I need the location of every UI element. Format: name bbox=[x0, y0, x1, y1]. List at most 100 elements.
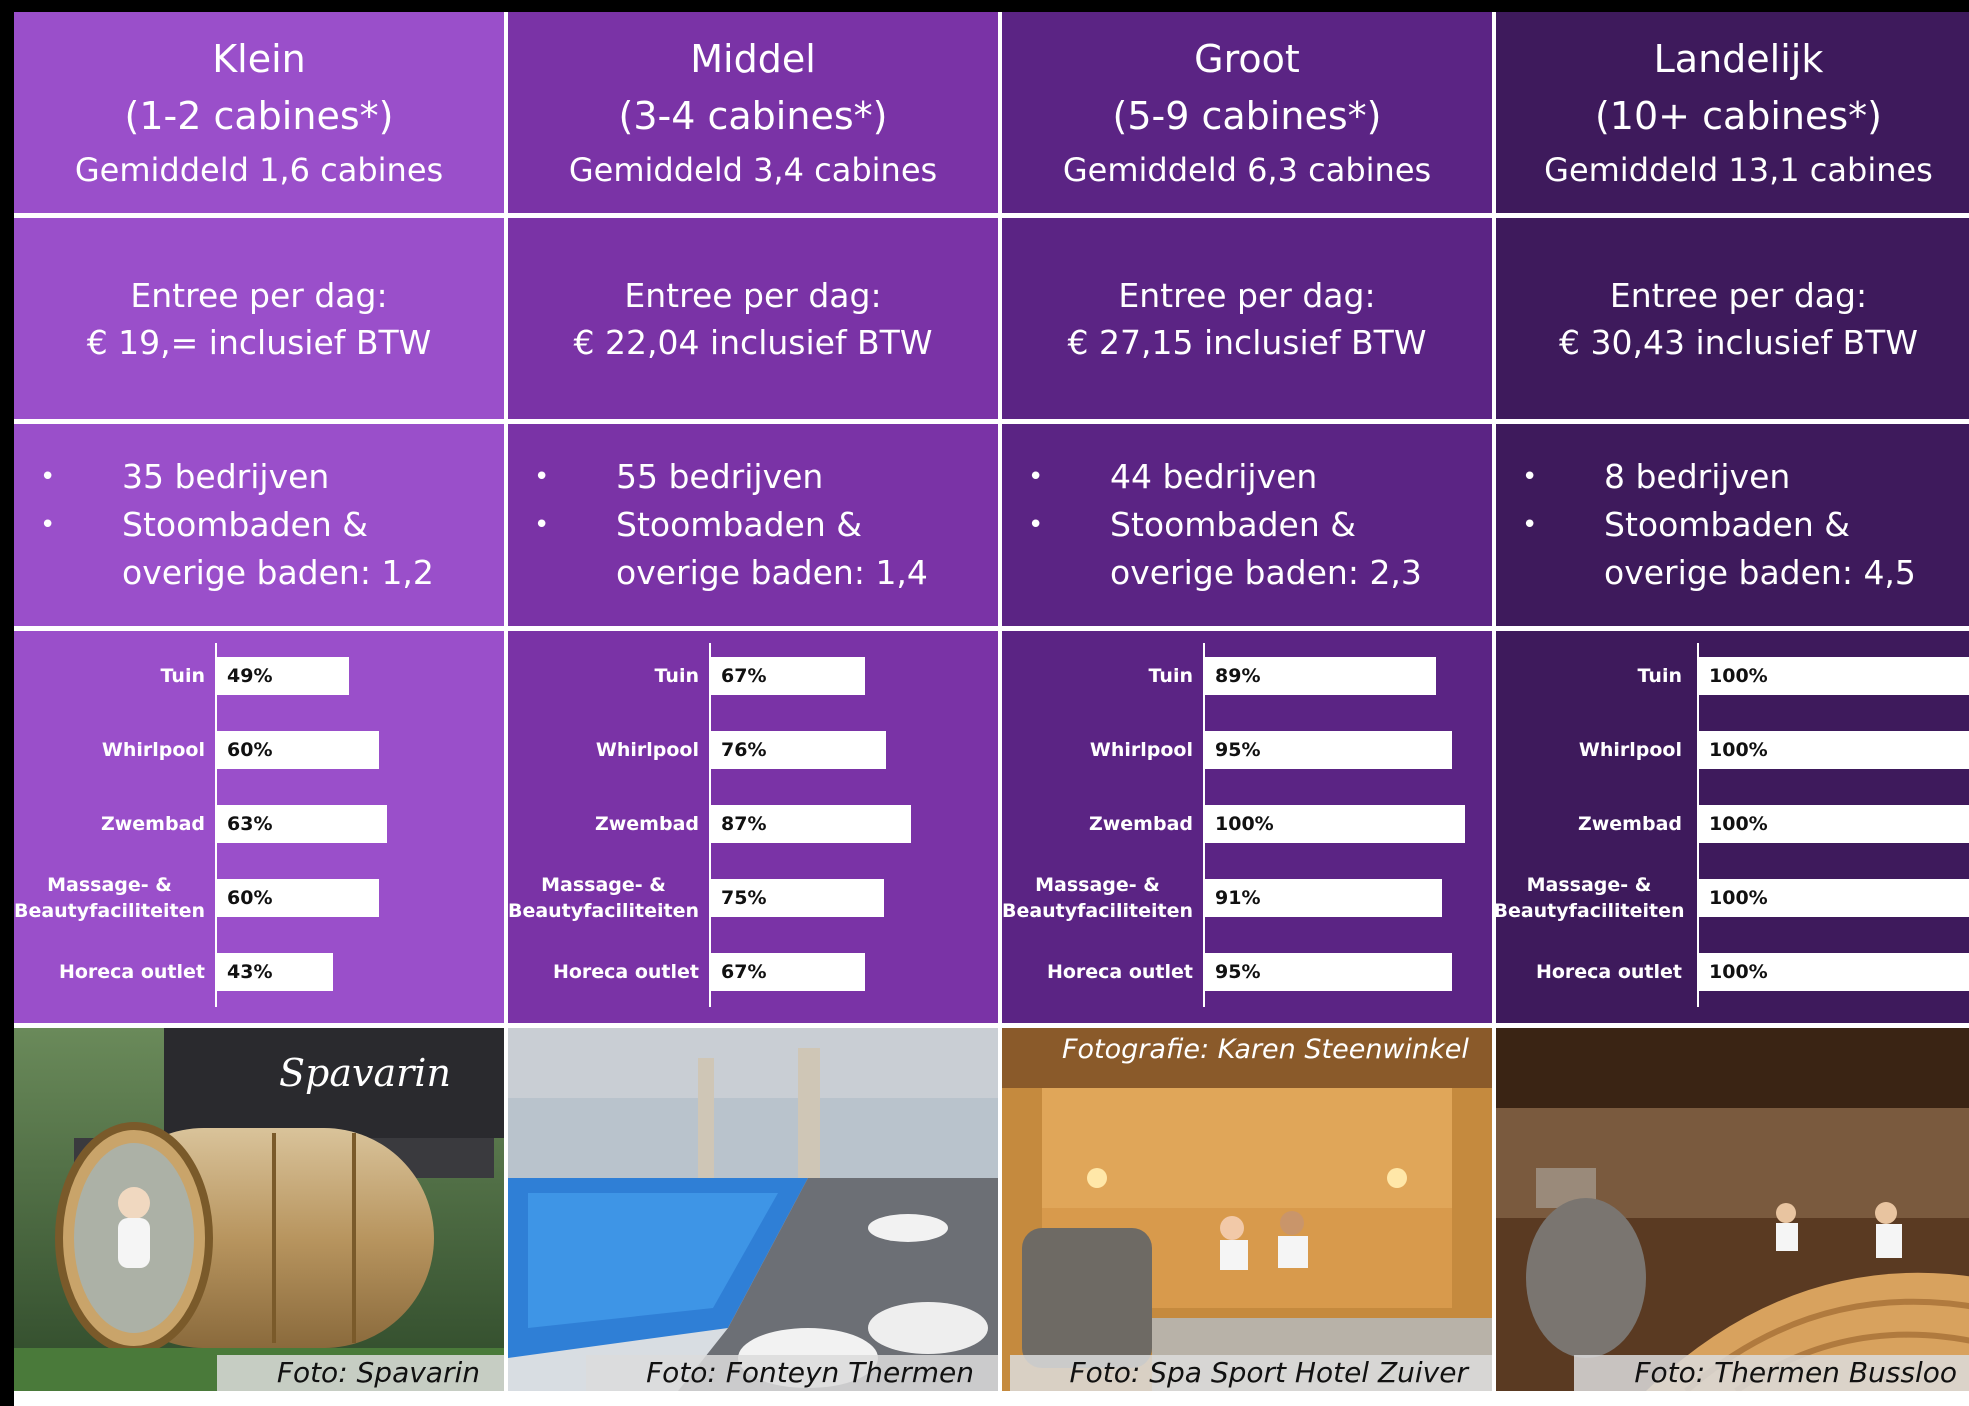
chart-row: Horeca outlet 95% bbox=[1002, 937, 1492, 1007]
bullet-text: overige baden: 2,3 bbox=[1110, 553, 1422, 592]
bar: 49% bbox=[217, 657, 349, 695]
bullet-text: 35 bedrijven bbox=[122, 457, 330, 496]
bullet-text: 44 bedrijven bbox=[1110, 457, 1318, 496]
bar: 100% bbox=[1699, 879, 1969, 917]
stats-middel: • 55 bedrijven • Stoombaden & overige bade… bbox=[508, 424, 998, 626]
chart-row: Horeca outlet 43% bbox=[14, 937, 504, 1007]
photo-fonteyn: Foto: Fonteyn Thermen bbox=[508, 1028, 998, 1391]
category-label: Massage- & Beautyfaciliteiten bbox=[1496, 863, 1685, 933]
category-label: Tuin bbox=[1148, 665, 1193, 687]
entree-middel: Entree per dag: € 22,04 inclusief BTW bbox=[508, 218, 998, 419]
list-item: • 8 bedrijven bbox=[1522, 453, 1916, 501]
chart-row: Zwembad 100% bbox=[1002, 789, 1492, 859]
list-item: • Stoombaden & bbox=[1028, 501, 1422, 549]
column-title: Klein bbox=[212, 36, 306, 81]
bullet-icon: • bbox=[1522, 462, 1538, 492]
category-label: Massage- & Beautyfaciliteiten bbox=[1002, 863, 1193, 933]
bar: 75% bbox=[711, 879, 884, 917]
chart-row: Massage- & Beautyfaciliteiten 75% bbox=[508, 863, 998, 933]
bullet-text: Stoombaden & bbox=[1604, 505, 1850, 544]
category-label-line: Massage- & bbox=[1035, 874, 1160, 896]
entree-label: Entree per dag: bbox=[1609, 275, 1868, 315]
column-average: Gemiddeld 1,6 cabines bbox=[74, 150, 444, 189]
chart-row: Zwembad 100% bbox=[1496, 789, 1969, 859]
category-label: Whirlpool bbox=[1578, 739, 1682, 761]
bullet-icon: • bbox=[40, 462, 56, 492]
photo-bussloo: Foto: Thermen Bussloo bbox=[1496, 1028, 1969, 1391]
photo-caption: Foto: Spavarin bbox=[216, 1355, 504, 1391]
photo-caption: Foto: Fonteyn Thermen bbox=[586, 1355, 998, 1391]
entree-price: € 30,43 inclusief BTW bbox=[1559, 322, 1918, 362]
category-label-line: Massage- & bbox=[1526, 874, 1652, 896]
log-sauna-image bbox=[1496, 1028, 1969, 1391]
indoor-pool-image bbox=[508, 1028, 998, 1391]
stats-groot: • 44 bedrijven • Stoombaden & overige bade… bbox=[1002, 424, 1492, 626]
category-label: Whirlpool bbox=[101, 739, 205, 761]
category-label: Horeca outlet bbox=[1046, 961, 1193, 983]
bar: 89% bbox=[1205, 657, 1436, 695]
barrel-sauna-image: Spavarin bbox=[14, 1028, 504, 1391]
stats-list: • 55 bedrijven • Stoombaden & overige bade… bbox=[508, 453, 928, 597]
bullet-spacer bbox=[40, 549, 122, 597]
list-item: • Stoombaden & bbox=[1522, 501, 1916, 549]
facility-chart-landelijk: Tuin 100% Whirlpool 100% Zwembad 100% Massage-… bbox=[1496, 631, 1969, 1023]
bar: 43% bbox=[217, 953, 333, 991]
category-label: Horeca outlet bbox=[58, 961, 205, 983]
header-landelijk: Landelijk (10+ cabines*) Gemiddeld 13,1 … bbox=[1496, 12, 1969, 213]
bullet-text: overige baden: 1,2 bbox=[122, 553, 434, 592]
bullet-icon: • bbox=[40, 510, 56, 540]
stats-list: • 35 bedrijven • Stoombaden & overige bade… bbox=[14, 453, 434, 597]
category-label: Whirlpool bbox=[1089, 739, 1193, 761]
bullet-icon: • bbox=[1028, 510, 1044, 540]
facility-chart-middel: Tuin 67% Whirlpool 76% Zwembad 87% Massage- & B… bbox=[508, 631, 998, 1023]
list-item: • Stoombaden & bbox=[40, 501, 434, 549]
category-label: Zwembad bbox=[594, 813, 699, 835]
column-title: Groot bbox=[1194, 36, 1300, 81]
chart-row: Tuin 100% bbox=[1496, 641, 1969, 711]
bar: 67% bbox=[711, 953, 865, 991]
bar: 60% bbox=[217, 879, 379, 917]
photo-top-caption: Fotografie: Karen Steenwinkel bbox=[1062, 1034, 1469, 1065]
facility-chart-groot: Tuin 89% Whirlpool 95% Zwembad 100% Massage- &… bbox=[1002, 631, 1492, 1023]
bullet-icon: • bbox=[534, 462, 550, 492]
category-label: Zwembad bbox=[1088, 813, 1193, 835]
chart-row: Whirlpool 100% bbox=[1496, 715, 1969, 785]
category-label-line: Beautyfaciliteiten bbox=[1002, 900, 1194, 922]
entree-groot: Entree per dag: € 27,15 inclusief BTW bbox=[1002, 218, 1492, 419]
chart-row: Tuin 67% bbox=[508, 641, 998, 711]
facility-chart-klein: Tuin 49% Whirlpool 60% Zwembad 63% Massage- & B… bbox=[14, 631, 504, 1023]
photo-spavarin: Spavarin Foto: Spavarin bbox=[14, 1028, 504, 1391]
photo-caption: Foto: Spa Sport Hotel Zuiver bbox=[1009, 1355, 1492, 1391]
bar: 95% bbox=[1205, 953, 1452, 991]
chart-row: Zwembad 63% bbox=[14, 789, 504, 859]
chart-row: Massage- & Beautyfaciliteiten 100% bbox=[1496, 863, 1969, 933]
list-item: overige baden: 4,5 bbox=[1522, 549, 1916, 597]
photo-caption: Foto: Thermen Bussloo bbox=[1574, 1355, 1969, 1391]
entree-label: Entree per dag: bbox=[624, 275, 882, 315]
list-item: • 44 bedrijven bbox=[1028, 453, 1422, 501]
chart-row: Whirlpool 76% bbox=[508, 715, 998, 785]
spavarin-logo: Spavarin bbox=[279, 1051, 451, 1095]
bar: 67% bbox=[711, 657, 865, 695]
bullet-icon: • bbox=[534, 510, 550, 540]
entree-price: € 27,15 inclusief BTW bbox=[1067, 322, 1427, 362]
column-cabins: (10+ cabines*) bbox=[1594, 93, 1883, 138]
chart-row: Horeca outlet 100% bbox=[1496, 937, 1969, 1007]
chart-row: Massage- & Beautyfaciliteiten 91% bbox=[1002, 863, 1492, 933]
header-klein: Klein (1-2 cabines*) Gemiddeld 1,6 cabin… bbox=[14, 12, 504, 213]
list-item: overige baden: 1,4 bbox=[534, 549, 928, 597]
stats-landelijk: • 8 bedrijven • Stoombaden & overige baden… bbox=[1496, 424, 1969, 626]
sauna-interior-image bbox=[1002, 1028, 1492, 1391]
bar: 100% bbox=[1699, 731, 1969, 769]
category-label-line: Massage- & bbox=[541, 874, 666, 896]
bullet-text: overige baden: 1,4 bbox=[616, 553, 928, 592]
bar: 100% bbox=[1699, 953, 1969, 991]
bar: 91% bbox=[1205, 879, 1442, 917]
list-item: overige baden: 2,3 bbox=[1028, 549, 1422, 597]
category-label: Massage- & Beautyfaciliteiten bbox=[508, 863, 699, 933]
bar: 76% bbox=[711, 731, 886, 769]
category-label: Tuin bbox=[1637, 665, 1682, 687]
chart-row: Tuin 89% bbox=[1002, 641, 1492, 711]
entree-price: € 22,04 inclusief BTW bbox=[573, 322, 933, 362]
bullet-text: Stoombaden & bbox=[616, 505, 862, 544]
